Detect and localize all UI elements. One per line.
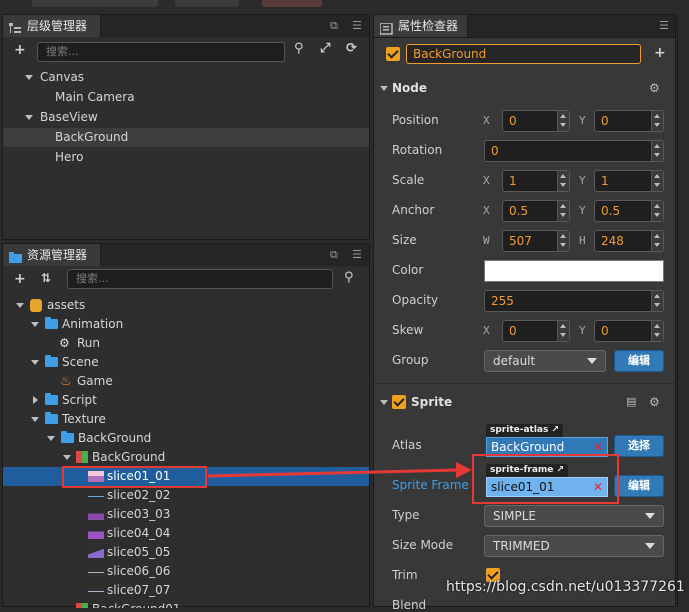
watermark-text: https://blog.csdn.net/u013377261 xyxy=(446,579,685,595)
annotation-arrow xyxy=(207,462,472,478)
